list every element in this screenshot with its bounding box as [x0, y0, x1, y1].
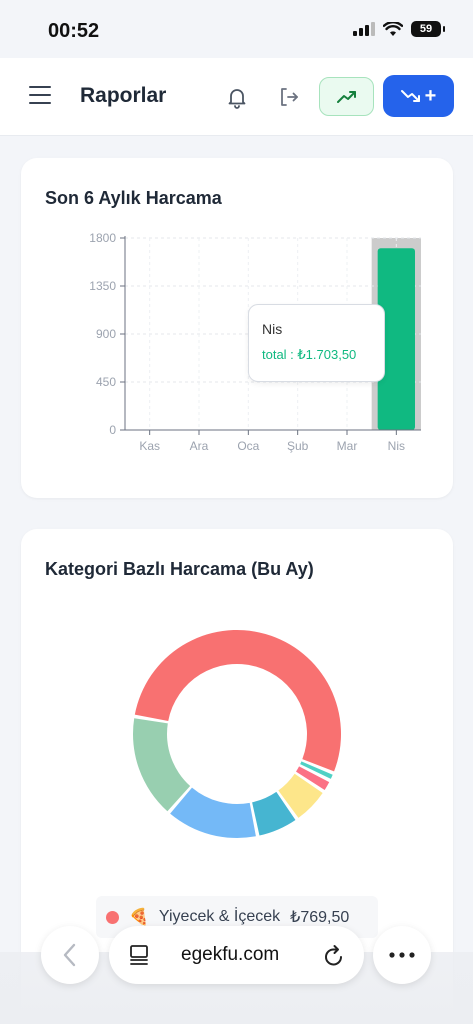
battery-indicator: 59 [411, 21, 445, 37]
legend-amount: ₺769,50 [290, 909, 350, 926]
y-tick-label: 1800 [89, 231, 116, 245]
tooltip-value: total : ₺1.703,50 [262, 347, 357, 362]
more-icon [389, 952, 415, 958]
trending-up-icon [336, 90, 356, 103]
legend-name: Yiyecek & İçecek [158, 908, 281, 925]
page-title: Raporlar [80, 84, 167, 107]
status-bar: 00:52 59 [0, 0, 473, 58]
x-tick-label: Kas [139, 439, 160, 453]
y-tick-label: 1350 [89, 279, 116, 293]
donut-segment-6 [170, 787, 256, 838]
y-tick-label: 0 [109, 423, 116, 437]
y-tick-label: 450 [96, 375, 116, 389]
address-bar[interactable]: egekfu.com [109, 926, 364, 984]
donut-segment-7 [133, 718, 191, 812]
add-expense-button[interactable]: + [383, 75, 454, 117]
menu-icon[interactable] [29, 86, 51, 104]
category-donut-chart [133, 630, 341, 838]
chevron-left-icon [63, 943, 76, 967]
logout-icon[interactable] [277, 85, 301, 109]
trending-down-icon [400, 90, 420, 102]
monthly-spending-card: Son 6 Aylık Harcama 0 450 900 1350 1800 Kas Ar… [21, 158, 453, 498]
x-tick-label: Mar [337, 439, 358, 453]
monthly-bar-chart: 0 450 900 1350 1800 Kas Ara Oca Şub Mar Nis [89, 231, 421, 453]
plus-icon: + [424, 84, 437, 107]
reload-icon[interactable] [323, 943, 345, 967]
reader-icon[interactable] [128, 944, 150, 966]
chart-tooltip: Nis total : ₺1.703,50 [248, 304, 385, 382]
wifi-icon [383, 21, 403, 36]
bell-icon[interactable] [225, 85, 249, 109]
income-report-button[interactable] [319, 77, 374, 116]
x-tick-label: Ara [190, 439, 209, 453]
tooltip-title: Nis [262, 321, 283, 337]
url-text[interactable]: egekfu.com [181, 944, 279, 966]
status-icons: 59 [353, 21, 445, 37]
legend-color-dot [106, 910, 119, 924]
more-options-button[interactable] [373, 926, 431, 984]
app-header: Raporlar + [0, 58, 473, 136]
x-tick-label: Nis [388, 439, 405, 453]
status-time: 00:52 [48, 20, 100, 42]
cellular-signal-icon [353, 22, 375, 36]
y-tick-label: 900 [96, 327, 116, 341]
x-tick-label: Şub [287, 439, 309, 453]
x-tick-label: Oca [237, 439, 259, 453]
legend-emoji: 🍕 [129, 909, 149, 926]
back-button[interactable] [41, 926, 99, 984]
